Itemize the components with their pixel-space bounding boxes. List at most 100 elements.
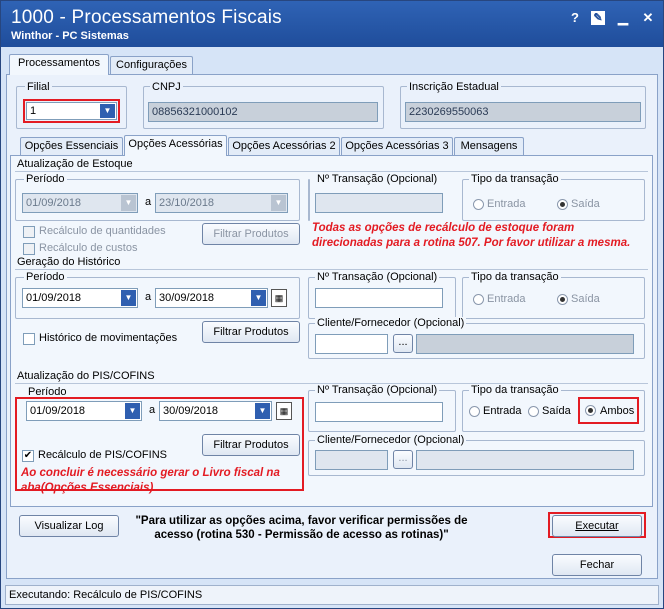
historico-sep: a: [145, 291, 152, 303]
historico-entrada-radio[interactable]: [473, 294, 484, 305]
historico-cliente-name: [416, 334, 634, 354]
pis-date-from-value: 01/09/2018: [30, 405, 86, 417]
pis-section-title: Atualização do PIS/COFINS: [17, 370, 155, 382]
estoque-sep: a: [145, 196, 152, 208]
estoque-periodo-label: Período: [24, 173, 67, 185]
window-subtitle: Winthor - PC Sistemas: [11, 30, 129, 42]
executar-button[interactable]: Executar: [552, 515, 642, 537]
title-bar: 1000 - Processamentos Fiscais Winthor - …: [1, 1, 663, 47]
divider: [15, 269, 648, 270]
chevron-down-icon[interactable]: ▼: [125, 403, 140, 419]
pis-cliente-input[interactable]: [315, 450, 388, 470]
historico-periodo-label: Período: [24, 271, 67, 283]
tab-opcoes-acessorias-2[interactable]: Opções Acessórias 2: [228, 137, 340, 156]
historico-date-to[interactable]: 30/09/2018 ▼: [155, 288, 268, 308]
pis-cliente-name: [416, 450, 634, 470]
chevron-down-icon: ▼: [121, 195, 136, 211]
historico-tipo-label: Tipo da transação: [469, 271, 561, 283]
chevron-down-icon[interactable]: ▼: [255, 403, 270, 419]
hist-mov-checkbox[interactable]: [23, 333, 35, 345]
close-button[interactable]: ✕: [639, 9, 657, 27]
historico-date-from[interactable]: 01/09/2018 ▼: [22, 288, 138, 308]
estoque-saida-label: Saída: [571, 198, 600, 210]
calendar-icon[interactable]: ▦: [276, 402, 292, 420]
fechar-button[interactable]: Fechar: [552, 554, 642, 576]
tab-opcoes-acessorias[interactable]: Opções Acessórias: [124, 135, 227, 156]
estoque-entrada-label: Entrada: [487, 198, 526, 210]
historico-ntrans-input[interactable]: [315, 288, 443, 308]
estoque-saida-radio[interactable]: [557, 199, 568, 210]
estoque-filtrar-button[interactable]: Filtrar Produtos: [202, 223, 300, 245]
historico-cliente-label: Cliente/Fornecedor (Opcional): [315, 317, 467, 329]
estoque-entrada-radio[interactable]: [473, 199, 484, 210]
status-bar: Executando: Recálculo de PIS/COFINS: [5, 585, 659, 605]
filial-select[interactable]: 1 ▼: [26, 102, 117, 120]
pis-ambos-radio[interactable]: [585, 405, 596, 416]
pis-filtrar-button[interactable]: Filtrar Produtos: [202, 434, 300, 456]
tab-mensagens[interactable]: Mensagens: [454, 137, 524, 156]
historico-saida-label: Saída: [571, 293, 600, 305]
processamentos-panel: Filial 1 ▼ CNPJ 08856321000102 Inscrição…: [6, 74, 658, 579]
historico-entrada-label: Entrada: [487, 293, 526, 305]
estoque-note: Todas as opções de recálculo de estoque …: [312, 222, 631, 249]
pis-tipo-label: Tipo da transação: [469, 384, 561, 396]
pis-recalc-checkbox[interactable]: ✔: [22, 450, 34, 462]
pis-ntrans-label: Nº Transação (Opcional): [315, 384, 440, 396]
tab-opcoes-acessorias-3[interactable]: Opções Acessórias 3: [341, 137, 453, 156]
chevron-down-icon[interactable]: ▼: [251, 290, 266, 306]
calendar-icon[interactable]: ▦: [271, 289, 287, 307]
pis-ambos-label: Ambos: [600, 405, 635, 417]
pis-ntrans-input[interactable]: [315, 402, 443, 422]
help-button[interactable]: ?: [566, 9, 584, 27]
pis-entrada-radio[interactable]: [469, 406, 480, 417]
historico-cliente-search-button[interactable]: ...: [393, 334, 413, 353]
recalc-custos-checkbox[interactable]: [23, 243, 35, 255]
recalc-custos-label: Recálculo de custos: [39, 242, 138, 254]
estoque-date-from-value: 01/09/2018: [26, 197, 82, 209]
filial-label: Filial: [25, 81, 52, 93]
pis-cliente-search-button[interactable]: ...: [393, 450, 413, 469]
pis-note: Ao concluir é necessário gerar o Livro f…: [21, 467, 280, 494]
pis-date-to[interactable]: 30/09/2018 ▼: [159, 401, 272, 421]
estoque-date-to-value: 23/10/2018: [159, 197, 215, 209]
estoque-ntrans-input[interactable]: [315, 193, 443, 213]
edit-icon[interactable]: ✎: [591, 11, 605, 25]
historico-section-title: Geração do Histórico: [17, 256, 121, 268]
visualizar-log-button[interactable]: Visualizar Log: [19, 515, 119, 537]
historico-cliente-input[interactable]: [315, 334, 388, 354]
divider: [15, 171, 648, 172]
recalc-qtd-label: Recálculo de quantidades: [39, 225, 166, 237]
tab-opcoes-essenciais[interactable]: Opções Essenciais: [20, 137, 123, 156]
tab-configuracoes[interactable]: Configurações: [110, 56, 193, 75]
pis-date-to-value: 30/09/2018: [163, 405, 219, 417]
recalc-qtd-checkbox[interactable]: [23, 226, 35, 238]
tab-processamentos[interactable]: Processamentos: [9, 54, 109, 75]
filial-value: 1: [30, 105, 37, 117]
estoque-section-title: Atualização de Estoque: [17, 158, 133, 170]
historico-ntrans-label: Nº Transação (Opcional): [315, 271, 440, 283]
app-window: 1000 - Processamentos Fiscais Winthor - …: [0, 0, 664, 609]
pis-entrada-label: Entrada: [483, 405, 522, 417]
chevron-down-icon[interactable]: ▼: [121, 290, 136, 306]
estoque-date-to[interactable]: 23/10/2018 ▼: [155, 193, 288, 213]
estoque-tipo-label: Tipo da transação: [469, 173, 561, 185]
pis-recalc-label: Recálculo de PIS/COFINS: [38, 449, 167, 461]
hist-mov-label: Histórico de movimentações: [39, 332, 178, 344]
acessorias-panel: Atualização de Estoque Período 01/09/201…: [10, 155, 653, 507]
pis-date-from[interactable]: 01/09/2018 ▼: [26, 401, 142, 421]
window-title: 1000 - Processamentos Fiscais: [11, 7, 282, 28]
chevron-down-icon: ▼: [271, 195, 286, 211]
historico-date-from-value: 01/09/2018: [26, 292, 82, 304]
estoque-date-from[interactable]: 01/09/2018 ▼: [22, 193, 138, 213]
pis-sep: a: [149, 404, 156, 416]
pis-saida-label: Saída: [542, 405, 571, 417]
cnpj-label: CNPJ: [150, 81, 183, 93]
minimize-button[interactable]: ▁: [614, 9, 632, 27]
pis-saida-radio[interactable]: [528, 406, 539, 417]
historico-filtrar-button[interactable]: Filtrar Produtos: [202, 321, 300, 343]
historico-saida-radio[interactable]: [557, 294, 568, 305]
historico-date-to-value: 30/09/2018: [159, 292, 215, 304]
estoque-ntrans-label: Nº Transação (Opcional): [315, 173, 440, 185]
cnpj-field: 08856321000102: [148, 102, 378, 122]
chevron-down-icon[interactable]: ▼: [100, 104, 115, 118]
